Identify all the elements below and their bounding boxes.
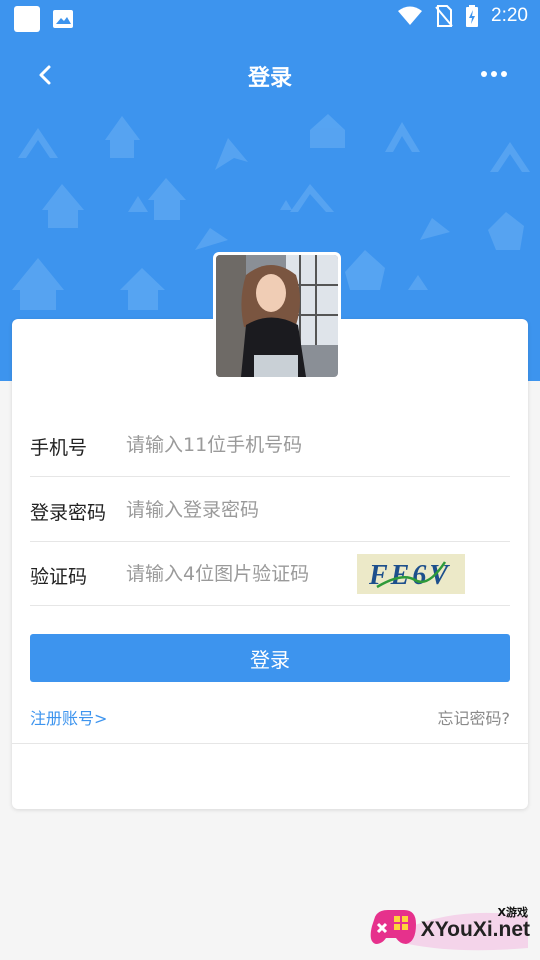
- status-time: 2:20: [491, 5, 528, 26]
- captcha-glyphs: FE6V: [368, 560, 448, 591]
- phone-label: 手机号: [30, 437, 88, 459]
- page-title: 登录: [247, 66, 292, 91]
- password-input[interactable]: [126, 492, 366, 528]
- notification-icon: [14, 6, 40, 32]
- password-row: 登录密码: [30, 478, 510, 542]
- more-menu-button[interactable]: [478, 60, 510, 88]
- app-bar: 登录: [0, 46, 540, 102]
- captcha-row: 验证码 FE6V: [30, 542, 510, 606]
- watermark-brand: XYouXi.net: [420, 918, 530, 941]
- password-label: 登录密码: [30, 502, 107, 524]
- wifi-icon: [398, 6, 423, 25]
- avatar-image: [216, 255, 338, 377]
- image-icon: [53, 10, 73, 28]
- divider: [12, 743, 528, 744]
- battery-icon: [466, 5, 479, 27]
- watermark: X游戏 XYouXi.net: [368, 898, 536, 956]
- phone-input[interactable]: [126, 427, 366, 463]
- status-bar: 2:20: [0, 0, 540, 36]
- captcha-image[interactable]: FE6V: [357, 554, 465, 594]
- more-dot-icon: [481, 71, 487, 77]
- captcha-label: 验证码: [30, 566, 88, 588]
- forgot-password-link[interactable]: 忘记密码?: [438, 705, 511, 729]
- captcha-input[interactable]: [126, 556, 366, 592]
- more-dot-icon: [491, 71, 497, 77]
- phone-row: 手机号: [30, 413, 510, 477]
- register-link[interactable]: 注册账号>: [30, 705, 107, 729]
- login-button[interactable]: 登录: [30, 634, 510, 682]
- avatar: [213, 252, 341, 380]
- no-sim-icon: [435, 5, 453, 27]
- more-dot-icon: [501, 71, 507, 77]
